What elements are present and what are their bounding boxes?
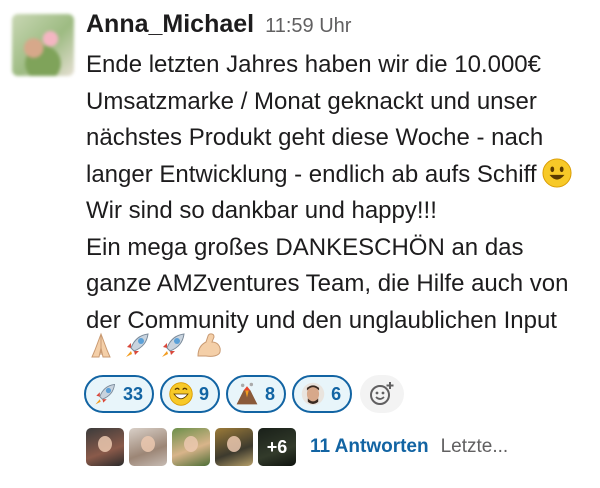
reaction-count: 6	[331, 383, 342, 404]
trailing-emojis	[86, 330, 224, 360]
message-line: ganze AMZventures Team, die Hilfe auch v…	[86, 270, 569, 297]
last-reply-label: Letzte...	[440, 436, 509, 457]
reply-avatar	[172, 428, 210, 466]
user-avatar[interactable]	[12, 14, 74, 76]
add-reaction-button[interactable]	[360, 375, 405, 413]
replies-link[interactable]: 11 Antworten	[310, 436, 429, 458]
message-line-text: langer Entwicklung - endlich ab aufs Sch…	[86, 160, 537, 188]
more-repliers-count: +6	[258, 428, 296, 466]
message-header: Anna_Michael 11:59 Uhr	[86, 10, 351, 44]
message-line: Ende letzten Jahres haben wir die 10.000…	[86, 51, 541, 78]
reply-avatar	[215, 428, 253, 466]
reaction-rocket[interactable]: 33	[84, 375, 155, 413]
reaction-grinning[interactable]: 9	[160, 375, 221, 413]
thread-summary[interactable]: +6 11 Antworten Letzte...	[86, 428, 508, 466]
folded-hands-emoji	[86, 330, 116, 360]
message-line: Ein mega großes DANKESCHÖN an das	[86, 233, 524, 261]
username[interactable]: Anna_Michael	[86, 10, 254, 39]
message-line: Umsatzmarke / Monat geknackt und unser	[86, 87, 537, 115]
timestamp[interactable]: 11:59 Uhr	[265, 15, 351, 38]
reaction-volcano[interactable]: 8	[226, 375, 287, 413]
grinning-emoji	[169, 382, 193, 406]
message-body: Ende letzten Jahres haben wir die 10.000…	[86, 47, 596, 339]
message-line: Wir sind so dankbar und happy!!!	[86, 197, 437, 224]
reaction-count: 8	[265, 383, 276, 404]
reaction-bar: 33 9 8 6	[84, 375, 405, 413]
reaction-count: 9	[199, 383, 210, 404]
reaction-custom-face[interactable]: 6	[292, 375, 353, 413]
reply-avatar	[86, 428, 124, 466]
rocket-emoji	[122, 330, 152, 360]
reply-avatar-more: +6	[258, 428, 296, 466]
custom-face-emoji	[301, 382, 325, 406]
message-line-with-emoji: langer Entwicklung - endlich ab aufs Sch…	[86, 157, 596, 194]
flexed-biceps-emoji	[194, 330, 224, 360]
add-reaction-icon	[370, 382, 394, 405]
reply-avatar	[129, 428, 167, 466]
message-line: nächstes Produkt geht diese Woche - nach	[86, 124, 544, 151]
rocket-emoji	[95, 383, 116, 405]
reaction-count: 33	[123, 383, 144, 404]
smiley-emoji	[542, 157, 573, 188]
rocket-emoji	[158, 330, 188, 360]
volcano-emoji	[236, 382, 258, 405]
